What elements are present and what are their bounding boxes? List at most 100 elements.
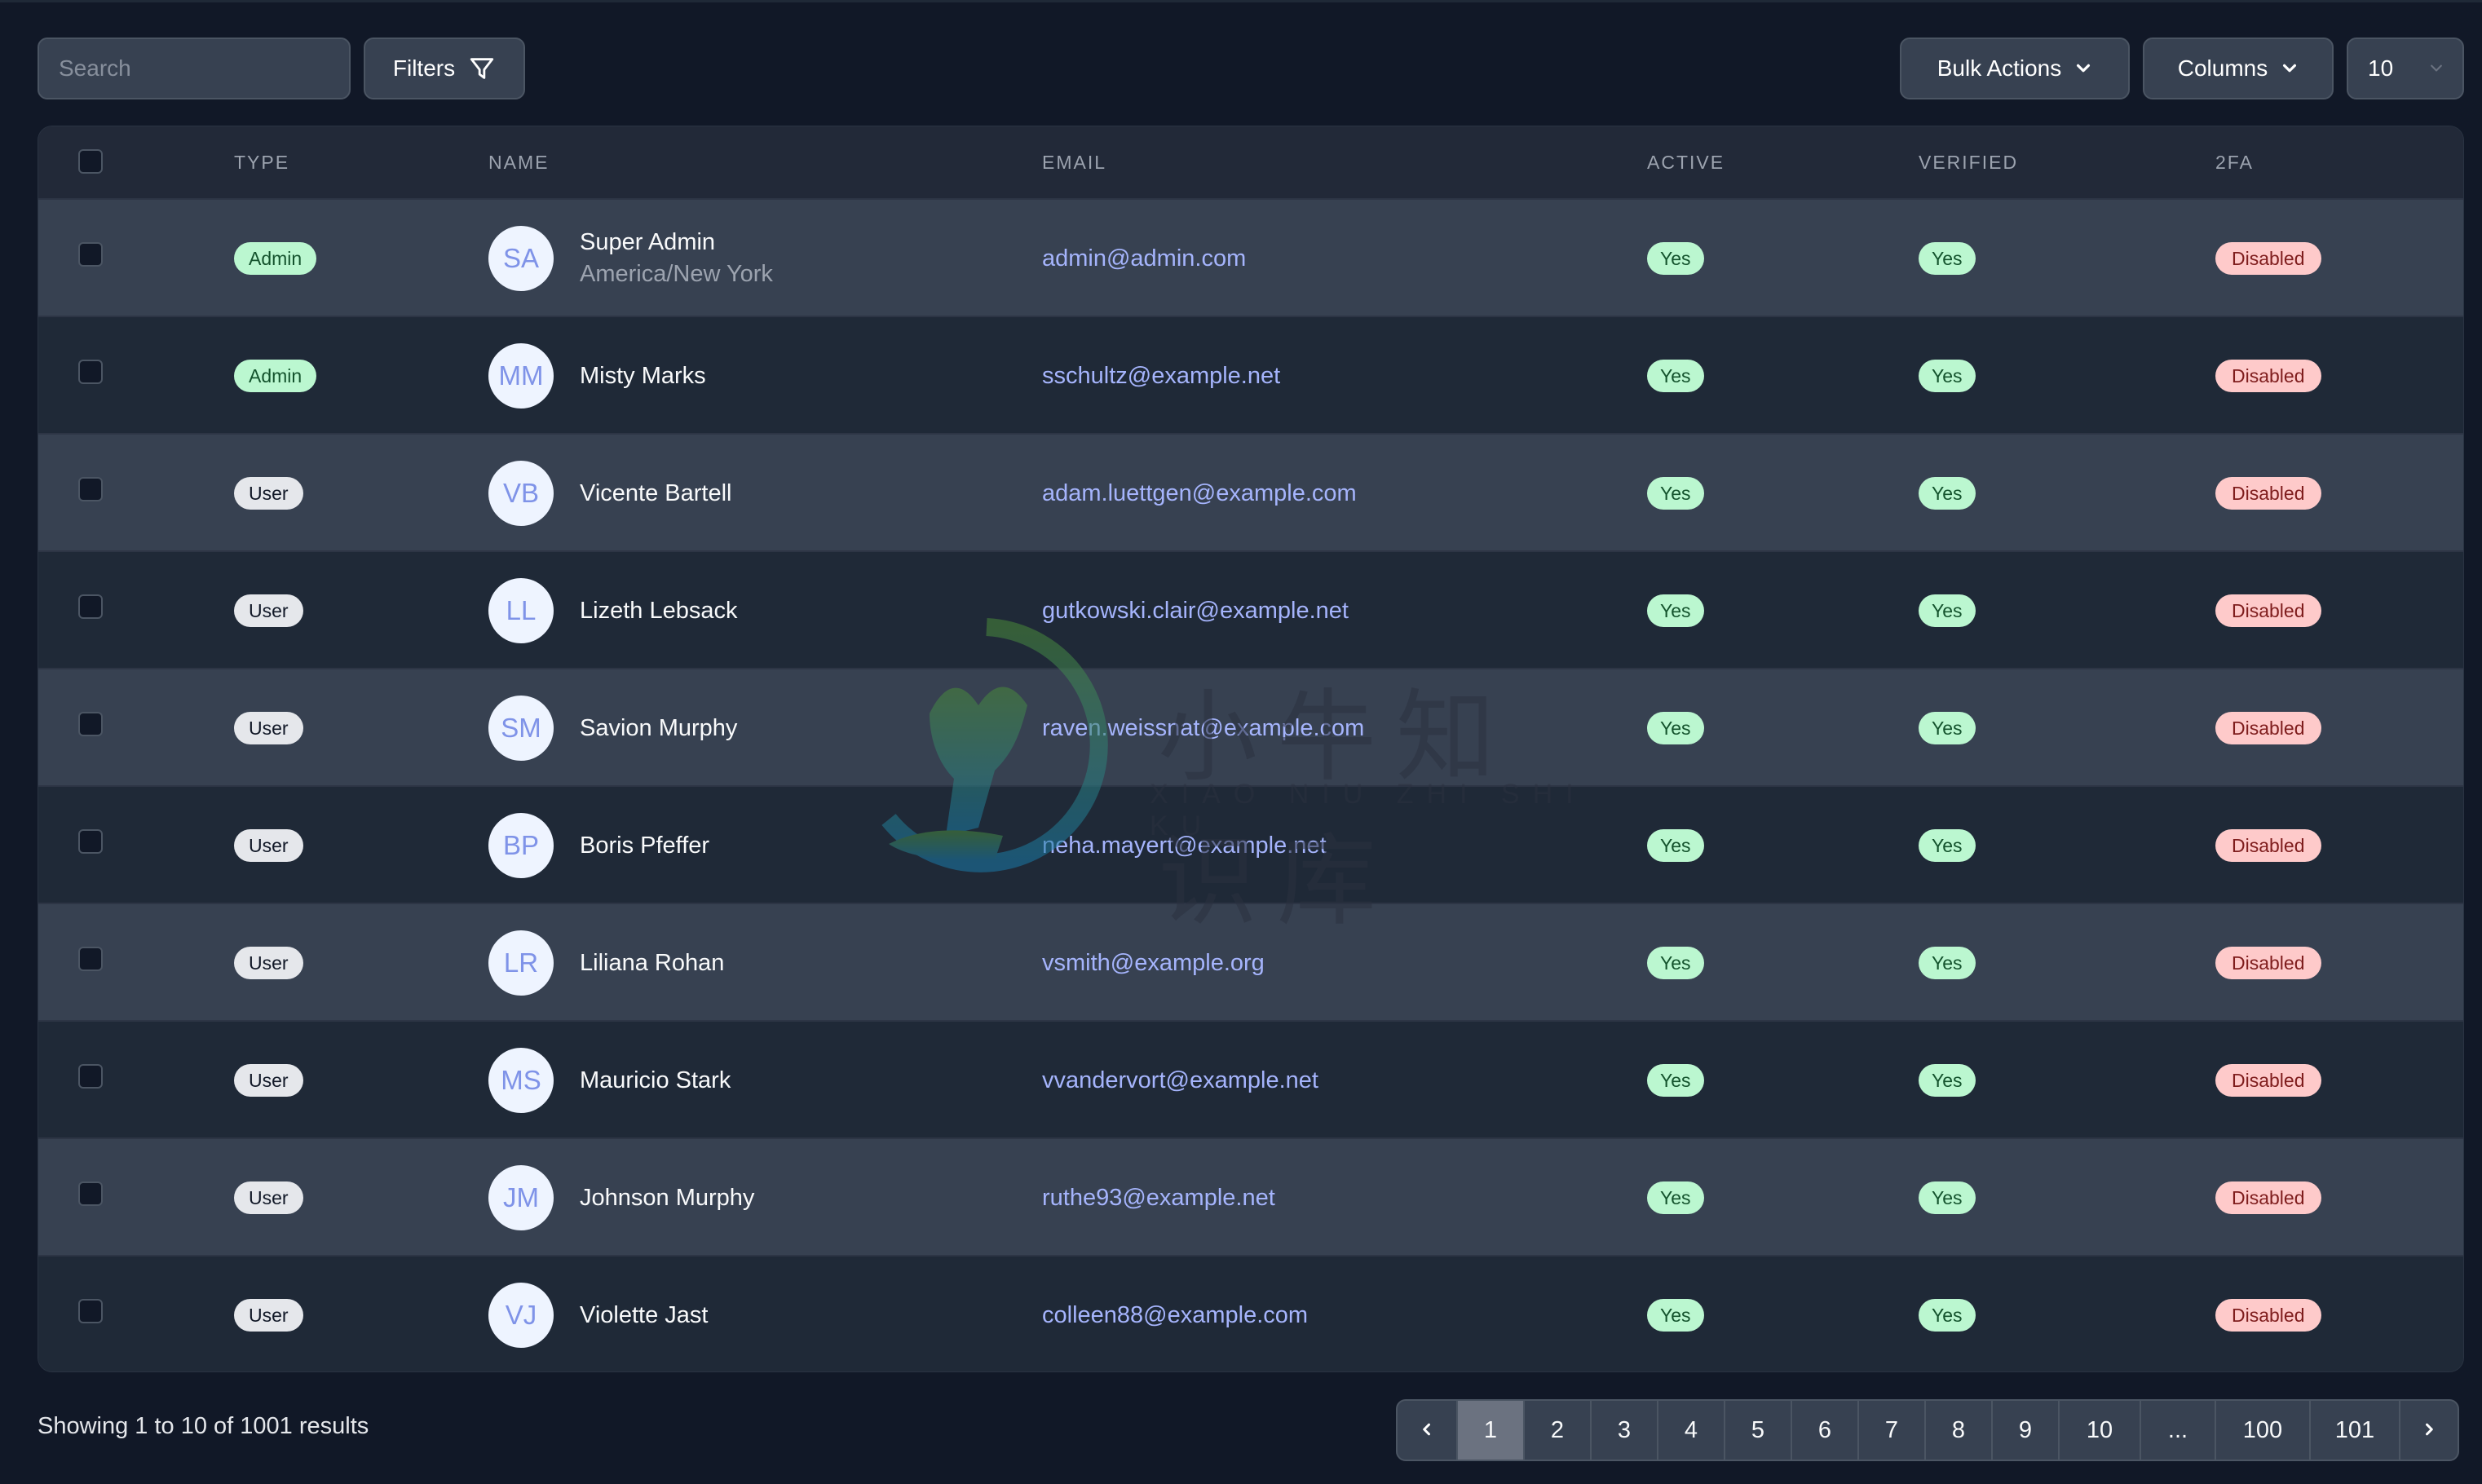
name-block: Johnson Murphy	[580, 1185, 754, 1212]
row-checkbox[interactable]	[78, 829, 103, 854]
avatar: MS	[488, 1048, 554, 1113]
avatar: MM	[488, 343, 554, 409]
avatar: SA	[488, 226, 554, 291]
search-input[interactable]	[38, 38, 351, 99]
header-email[interactable]: EMAIL	[1042, 126, 1106, 198]
row-checkbox[interactable]	[78, 712, 103, 736]
page-button[interactable]: 101	[2309, 1401, 2399, 1460]
type-badge: User	[234, 1064, 303, 1097]
name-block: Boris Pfeffer	[580, 833, 709, 859]
active-badge: Yes	[1647, 1064, 1704, 1097]
active-badge: Yes	[1647, 477, 1704, 510]
chevron-right-icon	[2421, 1417, 2437, 1444]
table-row[interactable]: User VB Vicente Bartell adam.luettgen@examp…	[38, 433, 2463, 550]
avatar: BP	[488, 813, 554, 878]
table-row[interactable]: Admin MM Misty Marks sschultz@example.net Ye…	[38, 316, 2463, 433]
header-2fa[interactable]: 2FA	[2215, 126, 2254, 198]
verified-badge: Yes	[1919, 947, 1976, 979]
email-link[interactable]: gutkowski.clair@example.net	[1042, 598, 1349, 625]
page-button[interactable]: 1	[1456, 1401, 1523, 1460]
verified-badge: Yes	[1919, 1181, 1976, 1214]
page-button[interactable]: 2	[1523, 1401, 1590, 1460]
table-row[interactable]: User LL Lizeth Lebsack gutkowski.clair@exam…	[38, 550, 2463, 668]
header-type[interactable]: TYPE	[234, 126, 289, 198]
user-name: Boris Pfeffer	[580, 832, 710, 859]
2fa-badge: Disabled	[2215, 1064, 2321, 1097]
2fa-badge: Disabled	[2215, 1299, 2321, 1332]
email-link[interactable]: raven.weissnat@example.com	[1042, 715, 1364, 742]
2fa-badge: Disabled	[2215, 947, 2321, 979]
active-badge: Yes	[1647, 594, 1704, 627]
verified-badge: Yes	[1919, 829, 1976, 862]
type-badge: Admin	[234, 242, 317, 275]
active-badge: Yes	[1647, 1181, 1704, 1214]
row-checkbox[interactable]	[78, 1299, 103, 1323]
table-row[interactable]: User MS Mauricio Stark vvandervort@example.…	[38, 1020, 2463, 1137]
header-active[interactable]: ACTIVE	[1647, 126, 1725, 198]
table-row[interactable]: User SM Savion Murphy raven.weissnat@exampl…	[38, 668, 2463, 785]
email-link[interactable]: admin@admin.com	[1042, 245, 1246, 272]
name-block: Liliana Rohan	[580, 950, 724, 977]
table-row[interactable]: User LR Liliana Rohan vsmith@example.org Yes…	[38, 903, 2463, 1020]
user-name: Super Admin	[580, 229, 716, 255]
verified-badge: Yes	[1919, 712, 1976, 744]
header-name[interactable]: NAME	[488, 126, 549, 198]
page-button[interactable]: 6	[1791, 1401, 1857, 1460]
table-row[interactable]: Admin SA Super Admin America/New York admin@…	[38, 198, 2463, 316]
2fa-badge: Disabled	[2215, 477, 2321, 510]
page-button[interactable]: 9	[1991, 1401, 2058, 1460]
type-badge: User	[234, 477, 303, 510]
bulk-actions-button[interactable]: Bulk Actions	[1900, 38, 2130, 99]
verified-badge: Yes	[1919, 477, 1976, 510]
email-link[interactable]: neha.mayert@example.net	[1042, 833, 1327, 859]
row-checkbox[interactable]	[78, 1064, 103, 1089]
per-page-select[interactable]: 10	[2347, 38, 2464, 99]
header-verified[interactable]: VERIFIED	[1919, 126, 2018, 198]
email-link[interactable]: ruthe93@example.net	[1042, 1185, 1275, 1212]
page-button[interactable]: 8	[1924, 1401, 1991, 1460]
chevron-down-icon	[2074, 60, 2092, 77]
verified-badge: Yes	[1919, 242, 1976, 275]
email-link[interactable]: adam.luettgen@example.com	[1042, 480, 1357, 507]
page-button[interactable]: 5	[1724, 1401, 1791, 1460]
2fa-badge: Disabled	[2215, 594, 2321, 627]
page-button[interactable]: 100	[2215, 1401, 2309, 1460]
page-button[interactable]: 4	[1657, 1401, 1724, 1460]
select-all-checkbox[interactable]	[78, 149, 103, 174]
type-badge: User	[234, 594, 303, 627]
page-button[interactable]: 10	[2058, 1401, 2140, 1460]
columns-button[interactable]: Columns	[2143, 38, 2334, 99]
name-block: Savion Murphy	[580, 715, 737, 742]
prev-page-button[interactable]	[1398, 1401, 1456, 1460]
email-link[interactable]: vvandervort@example.net	[1042, 1067, 1318, 1094]
row-checkbox[interactable]	[78, 947, 103, 971]
page-button[interactable]: 3	[1590, 1401, 1657, 1460]
email-link[interactable]: colleen88@example.com	[1042, 1302, 1308, 1329]
active-badge: Yes	[1647, 829, 1704, 862]
2fa-badge: Disabled	[2215, 360, 2321, 392]
row-checkbox[interactable]	[78, 477, 103, 501]
type-badge: User	[234, 947, 303, 979]
name-block: Misty Marks	[580, 363, 706, 390]
row-checkbox[interactable]	[78, 594, 103, 619]
table-row[interactable]: User BP Boris Pfeffer neha.mayert@example.n…	[38, 785, 2463, 903]
user-timezone: America/New York	[580, 261, 773, 287]
row-checkbox[interactable]	[78, 360, 103, 384]
type-badge: User	[234, 712, 303, 744]
bulk-actions-label: Bulk Actions	[1937, 55, 2062, 81]
filters-button[interactable]: Filters	[364, 38, 525, 99]
chevron-down-icon	[2281, 60, 2299, 77]
page-button[interactable]: 7	[1857, 1401, 1924, 1460]
email-link[interactable]: vsmith@example.org	[1042, 950, 1265, 977]
user-name: Liliana Rohan	[580, 949, 725, 976]
avatar: VB	[488, 461, 554, 526]
table-row[interactable]: User JM Johnson Murphy ruthe93@example.net Y…	[38, 1137, 2463, 1255]
row-checkbox[interactable]	[78, 242, 103, 267]
next-page-button[interactable]	[2399, 1401, 2458, 1460]
active-badge: Yes	[1647, 242, 1704, 275]
active-badge: Yes	[1647, 947, 1704, 979]
row-checkbox[interactable]	[78, 1181, 103, 1206]
table-row[interactable]: User VJ Violette Jast colleen88@example.com…	[38, 1255, 2463, 1371]
active-badge: Yes	[1647, 712, 1704, 744]
email-link[interactable]: sschultz@example.net	[1042, 363, 1280, 390]
